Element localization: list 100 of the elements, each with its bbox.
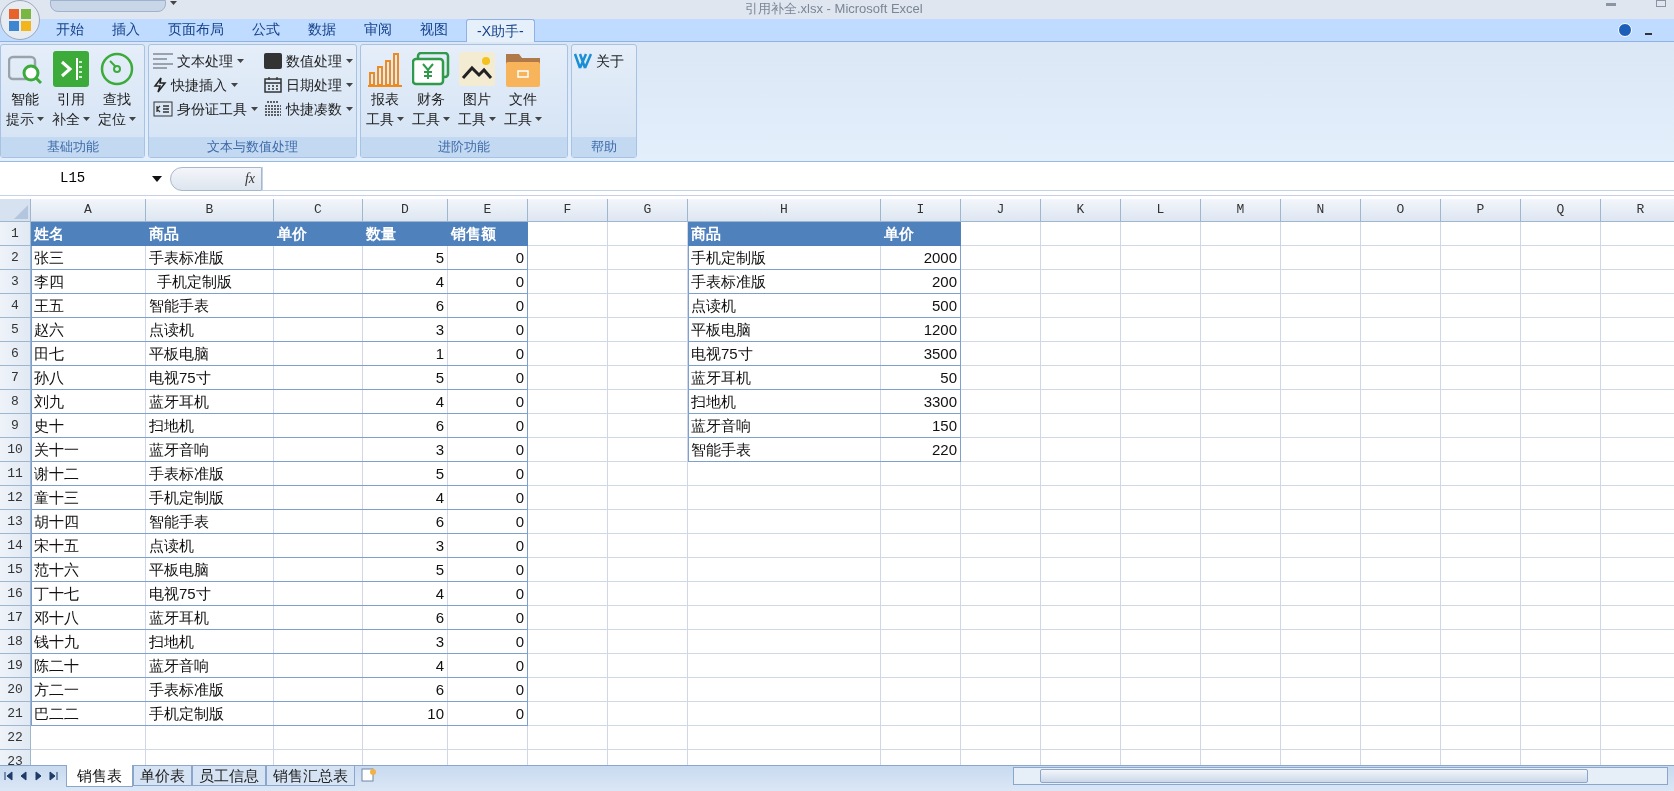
table-cell[interactable]: 3300: [881, 390, 961, 414]
row-header[interactable]: 15: [0, 558, 31, 582]
sheet-tab[interactable]: 员工信息: [192, 766, 266, 786]
table-cell[interactable]: 0: [448, 462, 528, 486]
table-cell[interactable]: 智能手表: [146, 510, 274, 534]
ribbon-button[interactable]: 报表 工具: [363, 49, 407, 129]
table-cell[interactable]: 手机定制版: [146, 486, 274, 510]
table-cell[interactable]: 电视75寸: [146, 366, 274, 390]
table-cell[interactable]: 智能手表: [146, 294, 274, 318]
table-cell[interactable]: 赵六: [31, 318, 146, 342]
header-cell[interactable]: 销售额: [448, 222, 528, 246]
ribbon-button[interactable]: 查找 定位: [95, 49, 139, 129]
row-header[interactable]: 10: [0, 438, 31, 462]
row-header[interactable]: 13: [0, 510, 31, 534]
ribbon-tab[interactable]: 视图: [406, 18, 462, 41]
table-cell[interactable]: 钱十九: [31, 630, 146, 654]
table-cell[interactable]: 0: [448, 486, 528, 510]
table-cell[interactable]: 蓝牙耳机: [146, 390, 274, 414]
ribbon-tab[interactable]: 数据: [294, 18, 350, 41]
table-cell[interactable]: 蓝牙音响: [146, 654, 274, 678]
header-cell[interactable]: 商品: [146, 222, 274, 246]
row-header[interactable]: 7: [0, 366, 31, 390]
caret-icon[interactable]: [152, 175, 162, 182]
ribbon-button[interactable]: 智能 提示: [3, 49, 47, 129]
table-cell[interactable]: 0: [448, 510, 528, 534]
caret-icon[interactable]: [170, 1, 177, 5]
table-cell[interactable]: 6: [363, 294, 448, 318]
header-cell[interactable]: 单价: [274, 222, 363, 246]
table-cell[interactable]: 宋十五: [31, 534, 146, 558]
table-cell[interactable]: 手表标准版: [688, 270, 881, 294]
table-cell[interactable]: 2000: [881, 246, 961, 270]
column-header[interactable]: I: [881, 199, 961, 222]
table-cell[interactable]: 张三: [31, 246, 146, 270]
name-box[interactable]: L15: [0, 166, 170, 191]
table-cell[interactable]: 巴二二: [31, 702, 146, 726]
row-header[interactable]: 20: [0, 678, 31, 702]
table-cell[interactable]: 0: [448, 414, 528, 438]
ribbon-button[interactable]: 数值处理: [264, 49, 353, 73]
help-icon[interactable]: [1618, 23, 1632, 37]
table-cell[interactable]: 3: [363, 534, 448, 558]
sheet-tab[interactable]: 单价表: [133, 766, 192, 786]
table-cell[interactable]: 0: [448, 390, 528, 414]
row-header[interactable]: 3: [0, 270, 31, 294]
table-cell[interactable]: 手机定制版: [146, 702, 274, 726]
table-cell[interactable]: 0: [448, 654, 528, 678]
previous-sheet-icon[interactable]: [19, 771, 28, 781]
table-cell[interactable]: 4: [363, 654, 448, 678]
ribbon-button[interactable]: 文本处理: [153, 49, 258, 73]
table-cell[interactable]: 丁十七: [31, 582, 146, 606]
table-cell[interactable]: 50: [881, 366, 961, 390]
table-cell[interactable]: 蓝牙耳机: [688, 366, 881, 390]
row-header[interactable]: 9: [0, 414, 31, 438]
ribbon-button[interactable]: 快捷插入: [153, 73, 258, 97]
table-cell[interactable]: 0: [448, 438, 528, 462]
column-header[interactable]: J: [961, 199, 1041, 222]
column-header[interactable]: B: [146, 199, 274, 222]
table-cell[interactable]: 平板电脑: [146, 558, 274, 582]
table-cell[interactable]: 0: [448, 318, 528, 342]
ribbon-button[interactable]: 日期处理: [264, 73, 353, 97]
insert-function-button[interactable]: fx: [170, 166, 262, 191]
formula-input[interactable]: [262, 166, 1674, 191]
table-cell[interactable]: 扫地机: [146, 630, 274, 654]
sheet-tab[interactable]: 销售汇总表: [266, 766, 355, 786]
header-cell[interactable]: 姓名: [31, 222, 146, 246]
table-cell[interactable]: 邓十八: [31, 606, 146, 630]
row-header[interactable]: 14: [0, 534, 31, 558]
table-cell[interactable]: 3500: [881, 342, 961, 366]
table-cell[interactable]: 0: [448, 582, 528, 606]
table-cell[interactable]: 扫地机: [688, 390, 881, 414]
table-cell[interactable]: 0: [448, 702, 528, 726]
ribbon-tab[interactable]: -X助手-: [466, 19, 535, 42]
column-header[interactable]: M: [1201, 199, 1281, 222]
table-cell[interactable]: 4: [363, 270, 448, 294]
column-header[interactable]: K: [1041, 199, 1121, 222]
header-cell[interactable]: 数量: [363, 222, 448, 246]
row-header[interactable]: 11: [0, 462, 31, 486]
table-cell[interactable]: 手表标准版: [146, 246, 274, 270]
table-cell[interactable]: 5: [363, 246, 448, 270]
table-cell[interactable]: 6: [363, 606, 448, 630]
table-cell[interactable]: 手机定制版: [146, 270, 274, 294]
table-cell[interactable]: 0: [448, 678, 528, 702]
last-sheet-icon[interactable]: [49, 771, 58, 781]
column-header[interactable]: F: [528, 199, 608, 222]
table-cell[interactable]: 0: [448, 270, 528, 294]
table-cell[interactable]: 0: [448, 534, 528, 558]
table-cell[interactable]: 5: [363, 366, 448, 390]
row-header[interactable]: 18: [0, 630, 31, 654]
row-header[interactable]: 1: [0, 222, 31, 246]
table-cell[interactable]: 0: [448, 366, 528, 390]
table-cell[interactable]: 1200: [881, 318, 961, 342]
table-cell[interactable]: 3: [363, 630, 448, 654]
ribbon-tab[interactable]: 审阅: [350, 18, 406, 41]
column-header[interactable]: E: [448, 199, 528, 222]
ribbon-button[interactable]: 引用 补全: [49, 49, 93, 129]
table-cell[interactable]: 平板电脑: [688, 318, 881, 342]
table-cell[interactable]: 200: [881, 270, 961, 294]
table-cell[interactable]: 0: [448, 342, 528, 366]
ribbon-button[interactable]: 身份证工具: [153, 97, 258, 121]
table-cell[interactable]: 6: [363, 510, 448, 534]
row-header[interactable]: 2: [0, 246, 31, 270]
